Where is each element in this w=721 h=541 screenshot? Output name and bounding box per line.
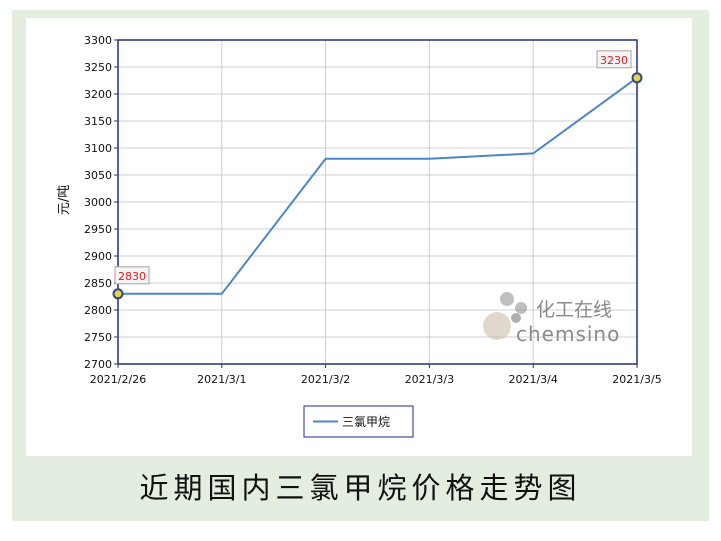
x-tick-label: 2021/3/4 bbox=[508, 373, 557, 386]
y-tick-label: 2700 bbox=[84, 358, 112, 371]
x-tick-label: 2021/2/26 bbox=[90, 373, 146, 386]
y-tick-label: 2900 bbox=[84, 250, 112, 263]
data-point-marker bbox=[631, 72, 643, 84]
chart-caption: 近期国内三氯甲烷价格走势图 bbox=[139, 471, 582, 505]
y-tick-label: 2750 bbox=[84, 331, 112, 344]
series-markers bbox=[112, 72, 643, 300]
legend-label: 三氯甲烷 bbox=[342, 415, 390, 429]
x-tick-label: 2021/3/2 bbox=[301, 373, 350, 386]
x-tick-label: 2021/3/1 bbox=[197, 373, 246, 386]
watermark: 化工在线 chemsino bbox=[483, 292, 620, 346]
data-label: 3230 bbox=[600, 54, 628, 67]
y-tick-label: 2950 bbox=[84, 223, 112, 236]
y-tick-label: 3050 bbox=[84, 169, 112, 182]
y-tick-label: 3250 bbox=[84, 61, 112, 74]
watermark-cn-text: 化工在线 bbox=[536, 299, 612, 321]
watermark-en-text: chemsino bbox=[516, 322, 620, 346]
y-tick-label: 3150 bbox=[84, 115, 112, 128]
y-axis-label: 元/吨 bbox=[57, 185, 72, 215]
legend: 三氯甲烷 bbox=[303, 405, 414, 438]
point-labels: 2830 3230 bbox=[114, 50, 632, 285]
x-tick-label: 2021/3/5 bbox=[612, 373, 661, 386]
data-label: 2830 bbox=[118, 270, 146, 283]
data-point-marker bbox=[112, 288, 124, 300]
y-tick-label: 2850 bbox=[84, 277, 112, 290]
y-tick-label: 3300 bbox=[84, 34, 112, 47]
series-line bbox=[118, 76, 638, 295]
x-tick-label: 2021/3/3 bbox=[405, 373, 454, 386]
x-axis-ticks: 2021/2/26 2021/3/1 2021/3/2 2021/3/3 2021/3/… bbox=[90, 364, 662, 386]
y-tick-label: 2800 bbox=[84, 304, 112, 317]
y-tick-label: 3100 bbox=[84, 142, 112, 155]
y-tick-label: 3200 bbox=[84, 88, 112, 101]
y-tick-label: 3000 bbox=[84, 196, 112, 209]
y-axis-ticks: 2700 2750 2800 2850 2900 2950 3000 3050 3100 3150… bbox=[84, 34, 118, 371]
